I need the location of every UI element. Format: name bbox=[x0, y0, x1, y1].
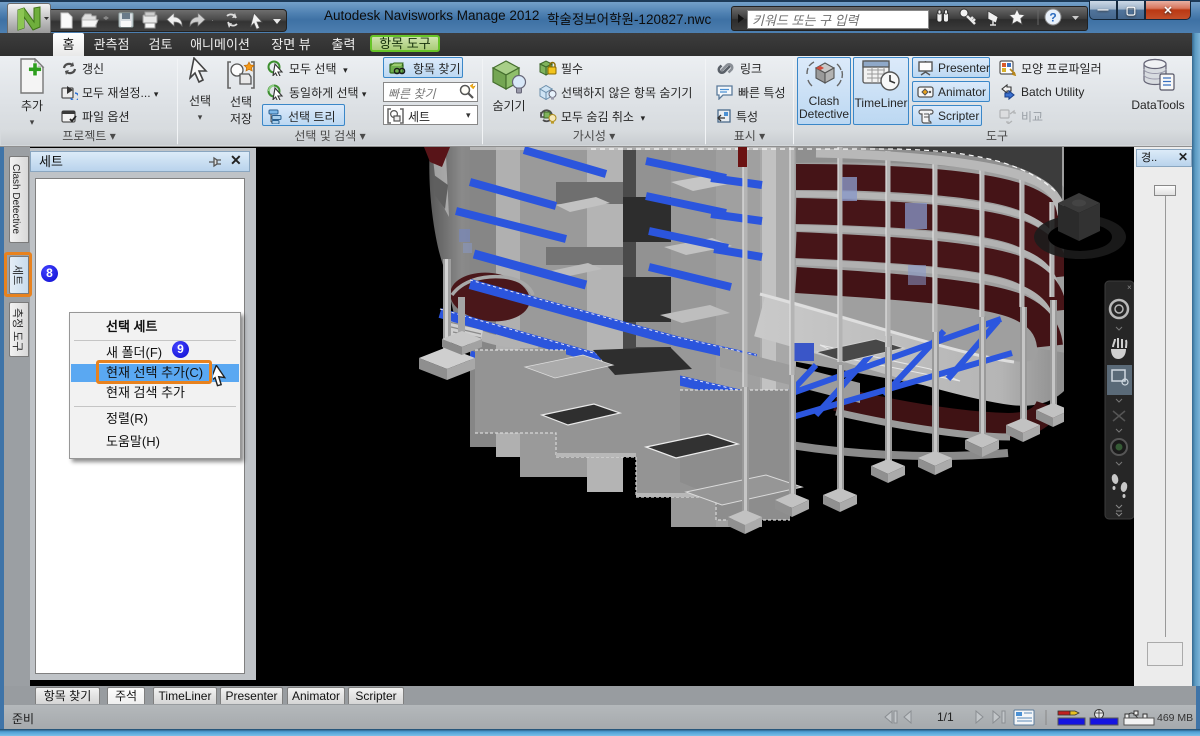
svg-text:1/1: 1/1 bbox=[937, 710, 954, 724]
svg-text:?: ? bbox=[1049, 11, 1056, 25]
svg-text:×: × bbox=[1127, 283, 1132, 292]
svg-text:469 MB: 469 MB bbox=[1157, 712, 1193, 724]
